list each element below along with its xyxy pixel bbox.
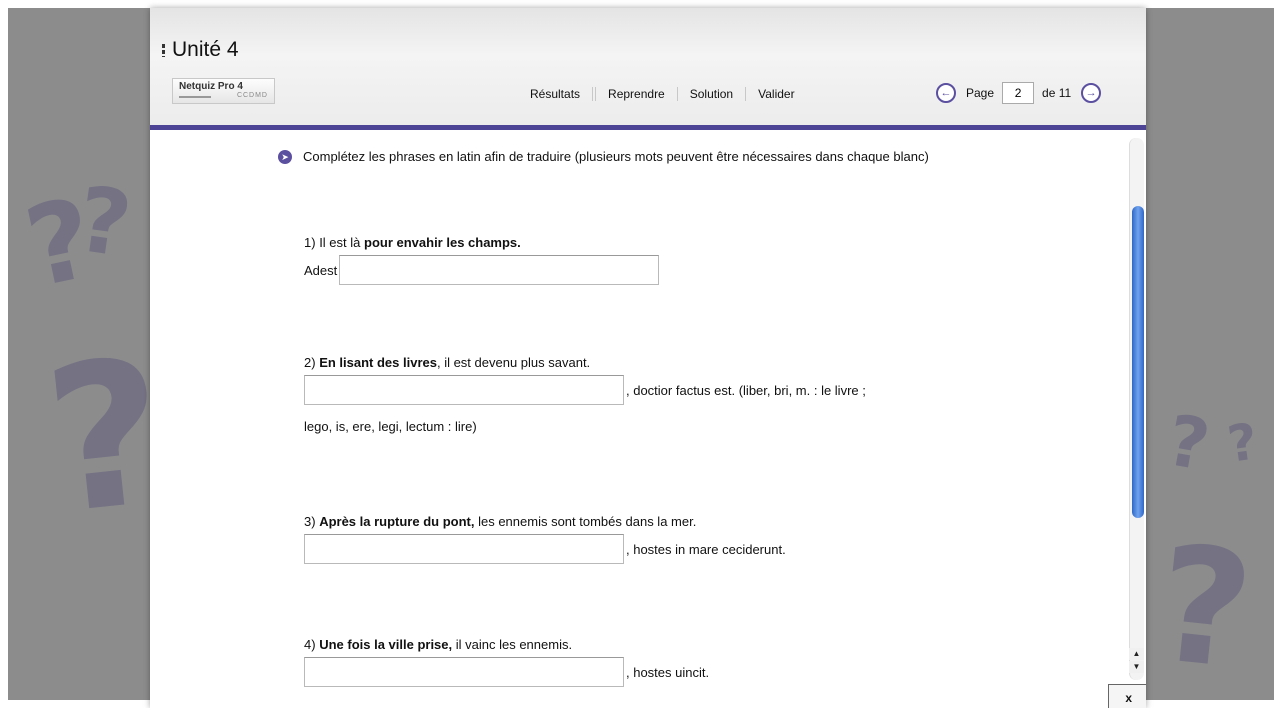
- question-mark-decoration: ?: [1161, 399, 1216, 487]
- resume-button[interactable]: Reprendre: [608, 87, 665, 101]
- question-number: 4): [304, 637, 316, 652]
- question-text: il vainc les ennemis.: [452, 637, 573, 652]
- logo-title: Netquiz Pro 4: [179, 81, 243, 92]
- answer-input-2[interactable]: [304, 375, 624, 405]
- page-title: Unité 4: [162, 38, 239, 62]
- answer-input-3[interactable]: [304, 534, 624, 564]
- question-highlight: En lisant des livres: [319, 355, 437, 370]
- question-number: 1): [304, 235, 316, 250]
- page-label: Page: [966, 86, 995, 100]
- answer-suffix: , hostes in mare ceciderunt.: [626, 541, 786, 557]
- question-content: ➤ Complétez les phrases en latin afin de…: [150, 130, 1130, 708]
- arrow-right-icon: ➤: [278, 150, 292, 164]
- quiz-window: Unité 4 Netquiz Pro 4 CCDMD Résultats Re…: [150, 8, 1146, 708]
- question-number: 3): [304, 514, 316, 529]
- scrollbar[interactable]: [1129, 138, 1144, 680]
- scroll-down-arrow-icon[interactable]: ▼: [1129, 661, 1144, 673]
- answer-row: , hostes in mare ceciderunt.: [304, 534, 786, 564]
- logo-bar: [179, 96, 211, 98]
- divider: [745, 87, 747, 101]
- answer-input-4[interactable]: [304, 657, 624, 687]
- instructions: ➤ Complétez les phrases en latin afin de…: [278, 148, 988, 166]
- toolbar: Résultats Reprendre Solution Valider: [530, 87, 795, 101]
- question-3: 3) Après la rupture du pont, les ennemis…: [304, 513, 786, 564]
- question-number: 2): [304, 355, 316, 370]
- question-4: 4) Une fois la ville prise, il vainc les…: [304, 636, 709, 687]
- netquiz-logo: Netquiz Pro 4 CCDMD: [172, 78, 275, 104]
- question-1: 1) Il est là pour envahir les champs. Ad…: [304, 234, 660, 285]
- question-prompt: 4) Une fois la ville prise, il vainc les…: [304, 636, 709, 654]
- validate-button[interactable]: Valider: [758, 87, 794, 101]
- answer-row: , doctior factus est. (liber, bri, m. : …: [304, 375, 866, 405]
- answer-suffix: , doctior factus est. (liber, bri, m. : …: [626, 382, 866, 398]
- page-count-label: de 11: [1042, 86, 1072, 100]
- scrollbar-thumb[interactable]: [1132, 206, 1144, 518]
- answer-row: Adest: [304, 255, 660, 285]
- previous-page-icon[interactable]: ←: [936, 83, 956, 103]
- question-2: 2) En lisant des livres, il est devenu p…: [304, 354, 866, 434]
- page-number-input[interactable]: [1002, 82, 1035, 104]
- question-prompt: 1) Il est là pour envahir les champs.: [304, 234, 659, 252]
- divider: [592, 87, 597, 101]
- answer-suffix: , hostes uincit.: [626, 664, 710, 680]
- results-button[interactable]: Résultats: [530, 87, 580, 101]
- question-mark-decoration: ?: [1224, 412, 1261, 474]
- question-text: les ennemis sont tombés dans la mer.: [474, 514, 697, 529]
- pager: ← Page de 11 →: [936, 82, 1102, 104]
- question-text: , il est devenu plus savant.: [436, 355, 591, 370]
- question-highlight: Une fois la ville prise,: [319, 637, 453, 652]
- next-page-icon[interactable]: →: [1081, 83, 1102, 103]
- question-prompt: 3) Après la rupture du pont, les ennemis…: [304, 513, 786, 531]
- divider: [676, 87, 678, 101]
- solution-button[interactable]: Solution: [690, 87, 733, 101]
- question-text: Il est là: [319, 235, 361, 250]
- answer-input-1[interactable]: [339, 255, 660, 285]
- instructions-text: Complétez les phrases en latin afin de t…: [303, 149, 929, 164]
- close-button[interactable]: x: [1108, 684, 1146, 708]
- question-prompt: 2) En lisant des livres, il est devenu p…: [304, 354, 866, 372]
- close-label: x: [1125, 691, 1132, 705]
- answer-prefix: Adest: [304, 262, 338, 278]
- question-highlight: pour envahir les champs.: [364, 235, 521, 250]
- question-highlight: Après la rupture du pont,: [319, 514, 475, 529]
- scroll-up-arrow-icon[interactable]: ▲: [1129, 648, 1144, 660]
- question-mark-decoration: ?: [1148, 509, 1261, 700]
- bullet-icon: [162, 43, 165, 57]
- question-mark-decoration: ?: [71, 166, 138, 279]
- unit-title-text: Unité 4: [172, 38, 239, 61]
- answer-row: , hostes uincit.: [304, 657, 709, 687]
- question-hint: lego, is, ere, legi, lectum : lire): [304, 419, 477, 434]
- header: Unité 4 Netquiz Pro 4 CCDMD Résultats Re…: [150, 8, 1146, 126]
